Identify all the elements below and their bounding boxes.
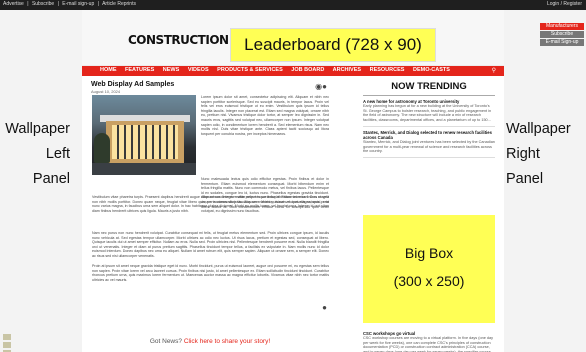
wallpaper-right-line: Right	[506, 146, 540, 162]
article-paragraph: Proin at ipsum sit amet neque gravida tr…	[92, 264, 329, 282]
nav-item-features[interactable]: FEATURES	[125, 67, 154, 73]
article-reprints-link[interactable]: Article Reprints	[102, 1, 136, 7]
email-signup-button[interactable]: E-mail Sign-up	[540, 39, 584, 46]
big-box-label: Big Box	[404, 245, 454, 261]
nav-item-news[interactable]: NEWS	[163, 67, 180, 73]
article-paragraph: Vestibulum vitae pharetra turpis. Praese…	[92, 195, 329, 213]
nav-item-videos[interactable]: VIDEOS	[188, 67, 209, 73]
separator: |	[57, 1, 59, 7]
wallpaper-left-label: Wallpaper Left Panel	[5, 117, 70, 192]
wallpaper-left-line: Left	[45, 146, 70, 162]
article-share-icons: ◉●	[315, 82, 327, 91]
nav-item-home[interactable]: HOME	[100, 67, 117, 73]
article-title: Web Display Ad Samples	[91, 81, 175, 88]
advertise-link[interactable]: Advertise	[3, 1, 24, 7]
article-photo	[92, 95, 196, 175]
small-badge-icon[interactable]	[3, 334, 11, 340]
utility-links: Advertise | Subscribe | E-mail sign-up |…	[3, 1, 138, 7]
building-windows	[112, 125, 178, 159]
article-date: August 10, 2024	[91, 89, 121, 94]
article-paragraph: Lorem ipsum dolor sit amet, consectetur …	[201, 95, 329, 136]
wallpaper-left-line: Panel	[32, 171, 70, 187]
nav-item-archives[interactable]: ARCHIVES	[333, 67, 361, 73]
trending-item[interactable]: Stantec, Merrick, and Dialog selected to…	[363, 130, 495, 158]
subscribe-link[interactable]: Subscribe	[32, 1, 54, 7]
wallpaper-right-label: Wallpaper Right Panel	[506, 117, 571, 192]
share-icon[interactable]: ●	[322, 82, 327, 91]
share-circle-icon[interactable]: ●	[322, 303, 327, 312]
main-content: Web Display Ad Samples August 10, 2024 ◉…	[82, 76, 504, 352]
ground	[92, 163, 196, 175]
big-box-size: (300 x 250)	[393, 273, 465, 289]
wallpaper-right-line: Wallpaper	[506, 121, 571, 137]
trending-item-title[interactable]: Stantec, Merrick, and Dialog selected to…	[363, 130, 495, 140]
nav-item-job-board[interactable]: JOB BOARD	[291, 67, 324, 73]
side-buttons: Manufacturers Subscribe E-mail Sign-up	[540, 23, 584, 47]
subscribe-button[interactable]: Subscribe	[540, 31, 584, 38]
main-nav: HOME FEATURES NEWS VIDEOS PRODUCTS & SER…	[82, 66, 504, 76]
nav-item-demo-casts[interactable]: DEMO-CASTS	[413, 67, 450, 73]
sidebar: NOW TRENDING A new home for astronomy at…	[363, 81, 495, 352]
wallpaper-left-panel[interactable]: Wallpaper Left Panel	[0, 10, 82, 352]
email-signup-link[interactable]: E-mail sign-up	[62, 1, 94, 7]
article: Web Display Ad Samples August 10, 2024 ◉…	[91, 81, 329, 352]
trending-item-body: CSC workshop courses are moving to a vir…	[363, 336, 493, 352]
separator: |	[27, 1, 29, 7]
wallpaper-right-panel[interactable]: Manufacturers Subscribe E-mail Sign-up W…	[504, 10, 586, 352]
wallpaper-left-line: Wallpaper	[5, 121, 70, 137]
share-story-link[interactable]: Click here to share your story!	[184, 338, 270, 345]
trending-item-body: Early planning has begun at for a new bu…	[363, 104, 492, 123]
got-news-banner: Got News? Click here to share your story…	[91, 338, 329, 345]
site-logo[interactable]: CONSTRUCTION	[128, 33, 229, 47]
utility-bar: Advertise | Subscribe | E-mail sign-up |…	[0, 0, 586, 10]
nav-item-products-services[interactable]: PRODUCTS & SERVICES	[217, 67, 283, 73]
tree	[94, 133, 110, 163]
search-icon[interactable]: ⚲	[492, 67, 496, 74]
trending-item-body: Stantec, Merrick, and Dialog joint ventu…	[363, 139, 495, 154]
trending-item[interactable]: CSC workshops go virtual CSC workshop co…	[363, 328, 495, 352]
wallpaper-right-line: Panel	[506, 171, 544, 187]
big-box-ad[interactable]: Big Box (300 x 250)	[363, 215, 495, 323]
small-badge-icon[interactable]	[3, 342, 11, 348]
site-header: CONSTRUCTION Leaderboard (728 x 90)	[82, 10, 504, 65]
leaderboard-ad[interactable]: Leaderboard (728 x 90)	[230, 28, 436, 62]
got-news-label: Got News?	[149, 338, 182, 345]
login-register-link[interactable]: Login / Register	[547, 1, 582, 7]
separator: |	[97, 1, 99, 7]
bottom-left-icons	[3, 334, 13, 352]
trending-item[interactable]: A new home for astronomy at Toronto univ…	[363, 99, 495, 127]
nav-item-resources[interactable]: RESOURCES	[370, 67, 405, 73]
manufacturers-button[interactable]: Manufacturers	[540, 23, 584, 30]
article-paragraph: Nam nec purus non nunc hendrerit volutpa…	[92, 231, 329, 258]
now-trending-heading: NOW TRENDING	[363, 81, 495, 96]
